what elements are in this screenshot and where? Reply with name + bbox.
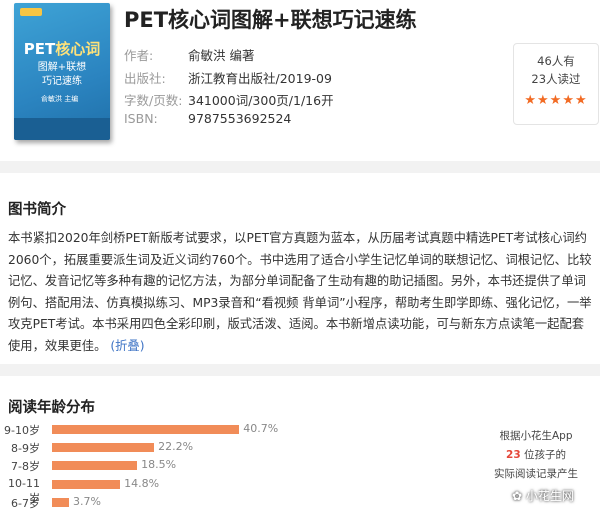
read-count: 23人读过 [531, 72, 581, 86]
meta-value: 浙江教育出版社/2019-09 [188, 71, 332, 86]
section-divider [0, 161, 600, 173]
meta-value: 341000词/300页/1/16开 [188, 93, 334, 108]
publisher-logo [20, 8, 42, 16]
star-rating-icon: ★★★★★ [524, 93, 588, 108]
side-note-line2: 23 位孩子的 [476, 447, 596, 462]
age-bar [52, 461, 138, 471]
cover-subtitle-2: 巧记速练 [42, 76, 82, 87]
watermark-logo: ✿ 小花生网 [512, 489, 574, 503]
intro-text-block: 本书紧扣2020年剑桥PET新版考试要求，以PET官方真题为蓝本，从历届考试真题… [8, 228, 596, 358]
age-bar [52, 425, 240, 434]
cover-title-accent: 核心词 [55, 40, 101, 58]
side-note-line3: 实际阅读记录产生 [494, 468, 578, 480]
book-cover-image[interactable]: PET核心词 图解+联想 巧记速练 俞敏洪 主编 [14, 3, 110, 140]
age-heading: 阅读年龄分布 [8, 400, 95, 416]
side-note-line1: 根据小花生App [499, 430, 573, 442]
meta-publisher: 出版社: 浙江教育出版社/2019-09 [124, 68, 332, 87]
meta-isbn: ISBN: 9787553692524 [124, 111, 291, 126]
cover-author: 俞敏洪 主编 [41, 95, 79, 103]
age-bar [52, 443, 155, 453]
bar-value-label: 3.7% [73, 494, 101, 508]
bar-value-label: 22.2% [158, 440, 194, 454]
watermark-text: 小花生网 [525, 489, 574, 503]
bar-value-label: 14.8% [124, 476, 160, 490]
meta-label: 字数/页数: [124, 93, 183, 108]
bar-category-label: 8-9岁 [11, 442, 40, 456]
cover-title-main: PET [23, 40, 56, 58]
want-count: 46人有 [537, 54, 575, 68]
section-divider [0, 364, 600, 376]
intro-heading: 图书简介 [8, 202, 66, 218]
side-note-text: 位孩子的 [520, 449, 566, 461]
rating-card[interactable]: 46人有 23人读过 ★★★★★ [513, 43, 599, 125]
cover-band [14, 118, 110, 140]
meta-label: ISBN: [124, 111, 158, 126]
cover-subtitle-1: 图解+联想 [37, 62, 87, 73]
meta-value: 9787553692524 [188, 111, 292, 126]
age-bar [52, 497, 70, 507]
meta-value: 俞敏洪 编著 [188, 48, 255, 63]
reader-count: 23 [506, 449, 521, 461]
cover-title: PET核心词 [14, 40, 110, 58]
age-bar [52, 479, 121, 489]
meta-label: 作者: [124, 48, 154, 63]
meta-author: 作者: 俞敏洪 编著 [124, 45, 254, 64]
bar-category-label: 9-10岁 [4, 424, 40, 437]
bar-value-label: 40.7% [243, 422, 279, 435]
fold-link[interactable]: (折叠) [110, 339, 144, 353]
bar-category-label: 7-8岁 [11, 460, 40, 474]
book-title: PET核心词图解+联想巧记速练 [124, 8, 417, 32]
bar-category-label: 6-7岁 [11, 496, 40, 510]
bar-value-label: 18.5% [141, 458, 177, 472]
intro-text: 本书紧扣2020年剑桥PET新版考试要求，以PET官方真题为蓝本，从历届考试真题… [8, 231, 592, 353]
meta-word-count: 字数/页数: 341000词/300页/1/16开 [124, 90, 334, 109]
meta-label: 出版社: [124, 71, 166, 86]
book-header: PET核心词 图解+联想 巧记速练 俞敏洪 主编 PET核心词图解+联想巧记速练… [0, 0, 600, 160]
